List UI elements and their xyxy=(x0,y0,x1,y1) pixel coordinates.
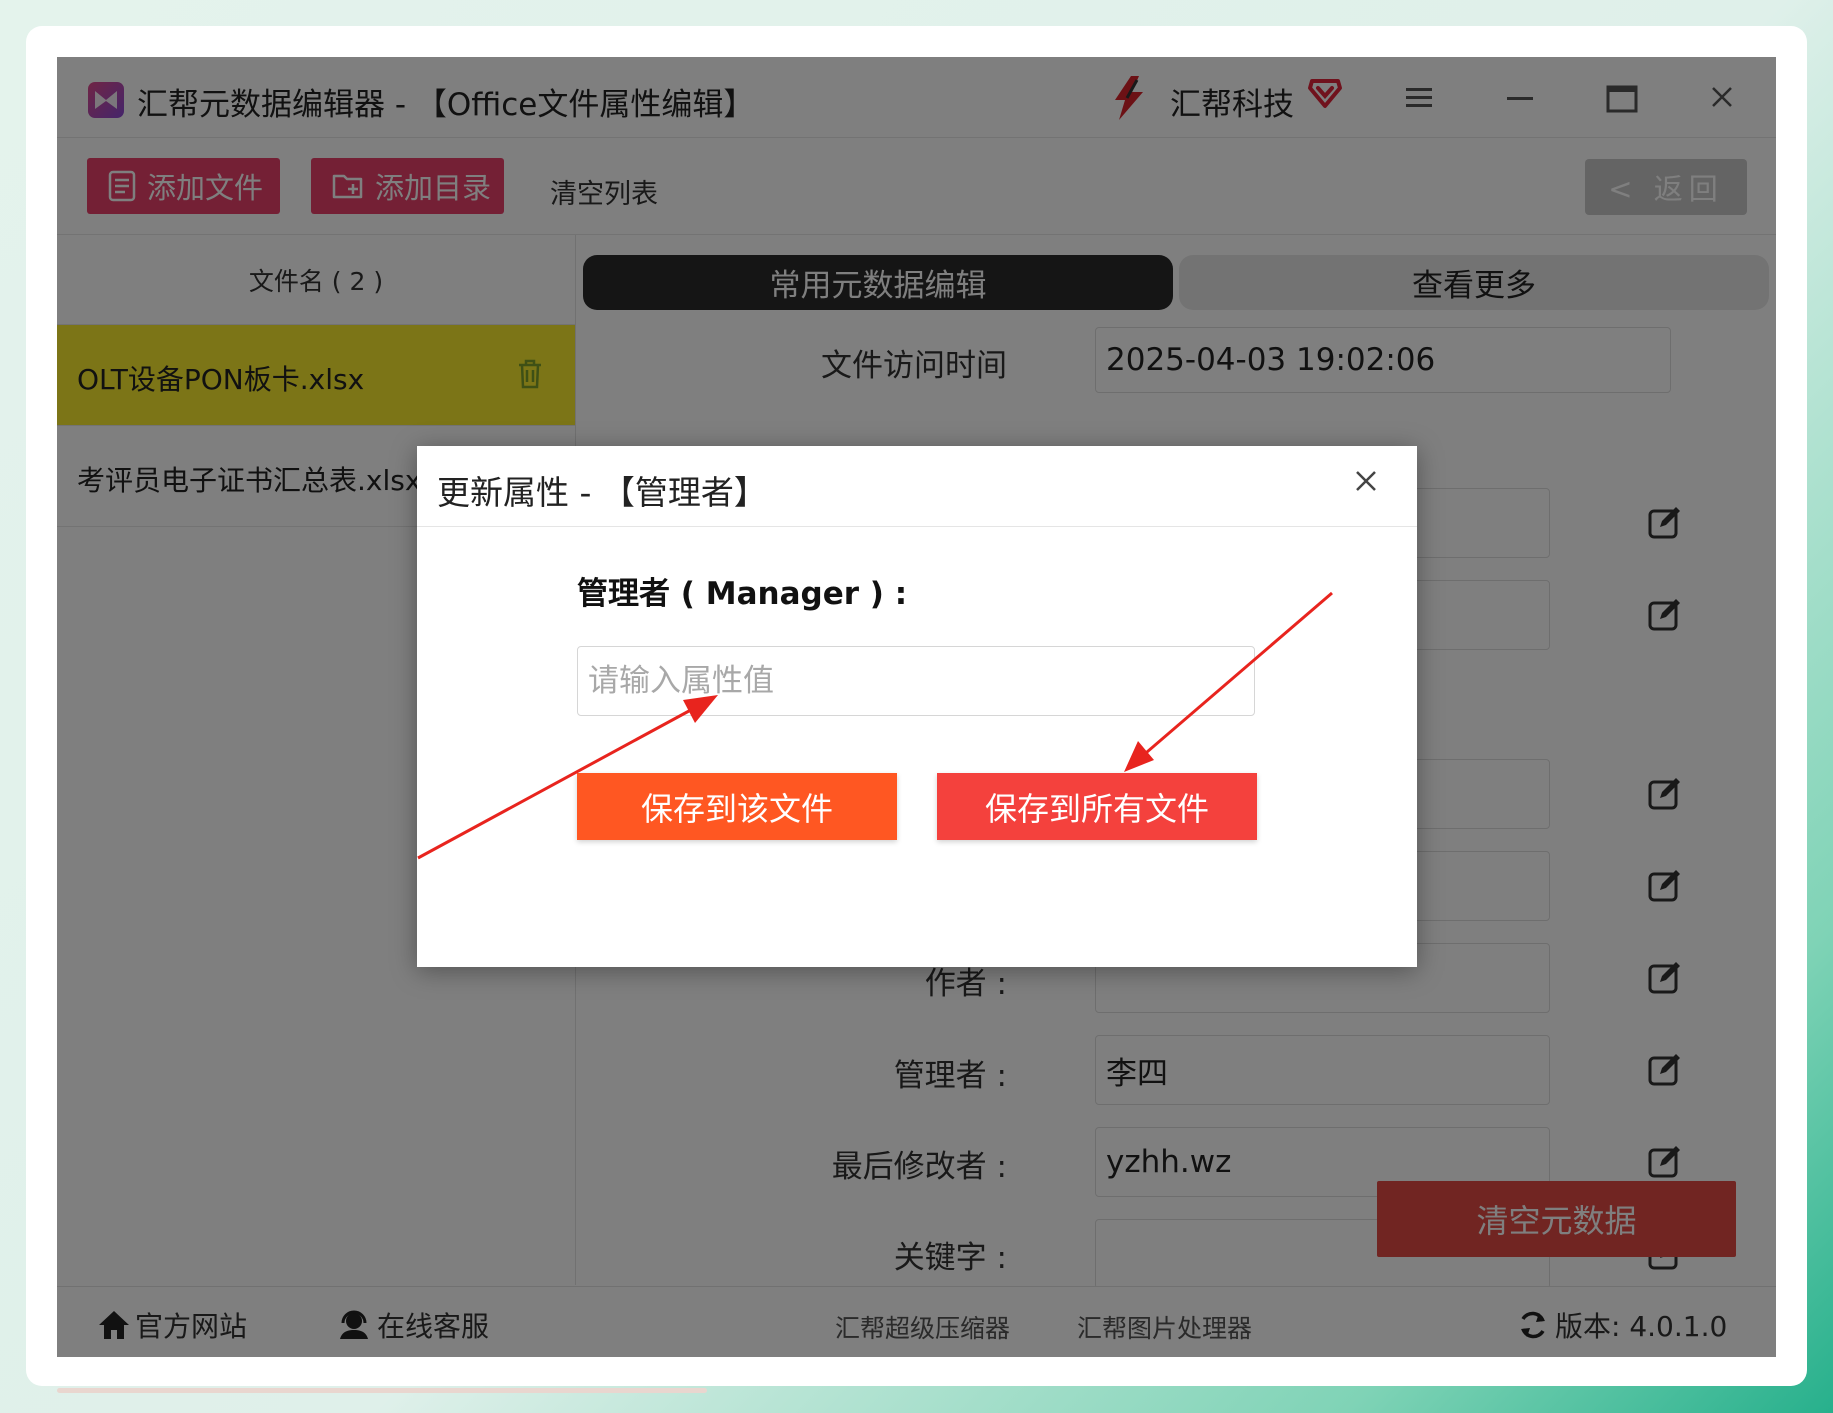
manager-field-label: 管理者 ( Manager ) : xyxy=(577,576,908,612)
dialog-title: 更新属性 - 【管理者】 xyxy=(437,473,767,512)
property-value-input[interactable] xyxy=(577,646,1255,716)
dialog-close-icon[interactable] xyxy=(1355,470,1377,496)
dialog-divider xyxy=(417,526,1417,527)
save-to-all-files-button[interactable]: 保存到所有文件 xyxy=(937,773,1257,840)
save-to-this-file-button[interactable]: 保存到该文件 xyxy=(577,773,897,840)
update-property-dialog: 更新属性 - 【管理者】 管理者 ( Manager ) : 保存到该文件 保存… xyxy=(417,446,1417,967)
decorative-strip xyxy=(57,1388,707,1393)
